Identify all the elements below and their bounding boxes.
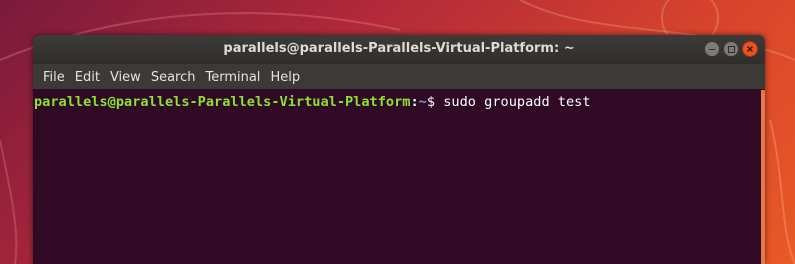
maximize-icon [728,46,735,53]
title-bar[interactable]: parallels@parallels-Parallels-Virtual-Pl… [33,35,765,64]
menu-edit[interactable]: Edit [70,68,105,85]
command-text: sudo groupadd test [443,94,591,110]
close-icon [747,46,753,52]
terminal-window: parallels@parallels-Parallels-Virtual-Pl… [33,35,765,264]
prompt-sign: $ [426,94,444,110]
prompt-separator: : [410,94,419,110]
prompt-user-host: parallels@parallels-Parallels-Virtual-Pl… [34,94,411,110]
menu-help[interactable]: Help [265,68,305,85]
close-button[interactable] [742,41,758,57]
window-controls [704,41,758,57]
minimize-icon [709,49,715,50]
menu-search[interactable]: Search [146,68,201,85]
menu-file[interactable]: File [38,68,70,85]
prompt-path: ~ [418,94,427,110]
terminal-area[interactable]: parallels@parallels-Parallels-Virtual-Pl… [33,89,765,264]
menu-terminal[interactable]: Terminal [200,68,265,85]
scrollbar-edge[interactable] [761,90,765,264]
menu-view[interactable]: View [105,68,146,85]
minimize-button[interactable] [704,41,720,57]
menu-bar: File Edit View Search Terminal Help [33,64,765,89]
window-title: parallels@parallels-Parallels-Virtual-Pl… [223,41,575,56]
maximize-button[interactable] [723,41,739,57]
